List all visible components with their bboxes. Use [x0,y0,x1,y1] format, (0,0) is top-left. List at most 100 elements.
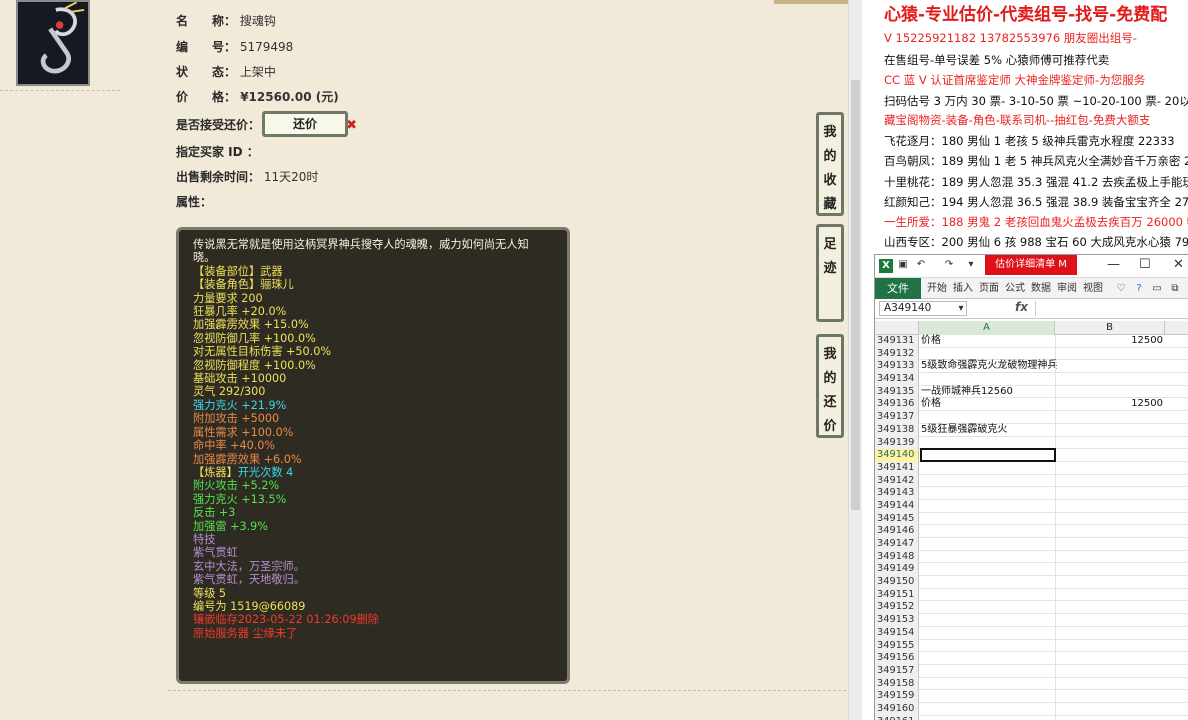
sheet-row[interactable]: 349153 [875,614,1188,627]
row-number[interactable]: 349154 [875,626,919,640]
row-number[interactable]: 349132 [875,347,919,361]
row-number[interactable]: 349139 [875,436,919,450]
haggle-button[interactable]: 还价 ✖ [262,111,357,137]
sheet-row[interactable]: 349149 [875,563,1188,577]
ribbon-tab[interactable]: 插入 [953,278,973,300]
cell-a[interactable]: 价格 [921,398,941,410]
row-number[interactable]: 349161 [875,715,919,720]
ribbon-tab[interactable]: 视图 [1083,278,1103,300]
row-number[interactable]: 349137 [875,411,919,424]
row-number[interactable]: 349148 [875,550,919,564]
ribbon-tab[interactable]: 开始 [927,278,947,300]
row-number[interactable]: 349152 [875,601,919,615]
row-number[interactable]: 349140 [875,449,919,462]
sheet-row[interactable]: 349136 价格 12500 [875,398,1188,412]
sidebar-button-my-offers[interactable]: 我的还价 [816,334,844,438]
sheet-row[interactable]: 349147 [875,538,1188,551]
maximize-icon[interactable]: ☐ [1139,257,1151,272]
sheet-row[interactable]: 349144 [875,499,1188,513]
sheet-row[interactable]: 349141 [875,461,1188,475]
file-tab[interactable]: 文件 [875,278,921,300]
sheet-row[interactable]: 349151 [875,588,1188,602]
restore-icon[interactable]: ▭ [1151,283,1163,295]
sheet-row[interactable]: 349157 [875,664,1188,678]
column-header-a[interactable]: A [919,321,1055,335]
sheet-row[interactable]: 349146 [875,525,1188,538]
sheet-row[interactable]: 349161 [875,715,1188,720]
minimize-icon[interactable]: — [1107,257,1120,272]
row-number[interactable]: 349149 [875,563,919,577]
help-icon[interactable]: ? [1133,283,1145,295]
sidebar-button-footprints[interactable]: 足迹 [816,224,844,322]
row-number[interactable]: 349145 [875,512,919,526]
row-number[interactable]: 349156 [875,652,919,665]
row-number[interactable]: 349150 [875,576,919,589]
sheet-row[interactable]: 349143 [875,487,1188,500]
row-number[interactable]: 349151 [875,588,919,602]
sheet-row[interactable]: 349137 [875,411,1188,424]
row-number[interactable]: 349133 [875,360,919,374]
sheet-row[interactable]: 349133 5级致命强霹克火龙破物理神兵 [875,360,1188,374]
row-number[interactable]: 349138 [875,423,919,437]
name-box-dropdown-icon[interactable]: ▾ [955,303,967,315]
window-icon[interactable]: ⧉ [1169,283,1181,295]
sheet-row[interactable]: 349145 [875,512,1188,526]
sheet-row[interactable]: 349135 一战师城神兵12560 [875,385,1188,399]
fx-icon[interactable]: fx [1015,300,1028,314]
cell-b[interactable]: 12500 [1055,398,1163,410]
sheet-row[interactable]: 349150 [875,576,1188,589]
row-number[interactable]: 349142 [875,474,919,488]
row-number[interactable]: 349158 [875,677,919,691]
sheet-row[interactable]: 349142 [875,474,1188,488]
sheet-row[interactable]: 349132 [875,347,1188,361]
heart-icon[interactable]: ♡ [1115,283,1127,295]
row-number[interactable]: 349146 [875,525,919,538]
sheet-row[interactable]: 349131 价格 12500 [875,335,1188,348]
row-number[interactable]: 349135 [875,385,919,399]
ribbon-tab[interactable]: 公式 [1005,278,1025,300]
redo-icon[interactable]: ↷ [943,259,955,271]
cell-a[interactable]: 一战师城神兵12560 [921,386,1013,398]
row-number[interactable]: 349147 [875,538,919,551]
sheet-row[interactable]: 349155 [875,639,1188,653]
top-button-edge[interactable] [774,0,848,4]
ribbon-tab[interactable]: 审阅 [1057,278,1077,300]
haggle-close-icon[interactable]: ✖ [346,116,357,136]
row-number[interactable]: 349136 [875,398,919,412]
sheet-row[interactable]: 349138 5级狂暴强霹破克火 [875,423,1188,437]
save-icon[interactable]: ▣ [897,259,909,271]
row-number[interactable]: 349153 [875,614,919,627]
ribbon-tab[interactable]: 页面 [979,278,999,300]
sheet-row[interactable]: 349140 [875,448,1188,463]
name-box[interactable]: A349140 [879,301,967,316]
row-number[interactable]: 349160 [875,702,919,716]
row-number[interactable]: 349159 [875,690,919,703]
select-all-corner[interactable] [875,321,919,335]
cell-a[interactable]: 价格 [921,335,941,347]
row-number[interactable]: 349131 [875,335,919,348]
page-scrollbar[interactable] [848,0,862,720]
quick-access-icon[interactable]: ▾ [965,259,977,271]
undo-icon[interactable]: ↶ [915,259,927,271]
sheet-row[interactable]: 349134 [875,373,1188,386]
cell-a[interactable]: 5级狂暴强霹破克火 [921,424,1007,436]
sheet-row[interactable]: 349152 [875,601,1188,615]
column-header-b[interactable]: B [1055,321,1165,335]
cell-a[interactable]: 5级致命强霹克火龙破物理神兵 [921,360,1057,372]
sheet-row[interactable]: 349154 [875,626,1188,640]
row-number[interactable]: 349155 [875,639,919,653]
formula-input[interactable] [1035,301,1188,316]
row-number[interactable]: 349144 [875,499,919,513]
close-icon[interactable]: ✕ [1173,257,1184,272]
row-number[interactable]: 349134 [875,373,919,386]
ribbon-tab[interactable]: 数据 [1031,278,1051,300]
scrollbar-thumb[interactable] [851,80,860,510]
row-number[interactable]: 349141 [875,461,919,475]
sheet-row[interactable]: 349156 [875,652,1188,665]
row-number[interactable]: 349143 [875,487,919,500]
sidebar-button-favorites[interactable]: 我的收藏 [816,112,844,216]
sheet-row[interactable]: 349159 [875,690,1188,703]
cell-b[interactable]: 12500 [1055,335,1163,347]
sheet-row[interactable]: 349160 [875,702,1188,716]
sheet-row[interactable]: 349148 [875,550,1188,564]
